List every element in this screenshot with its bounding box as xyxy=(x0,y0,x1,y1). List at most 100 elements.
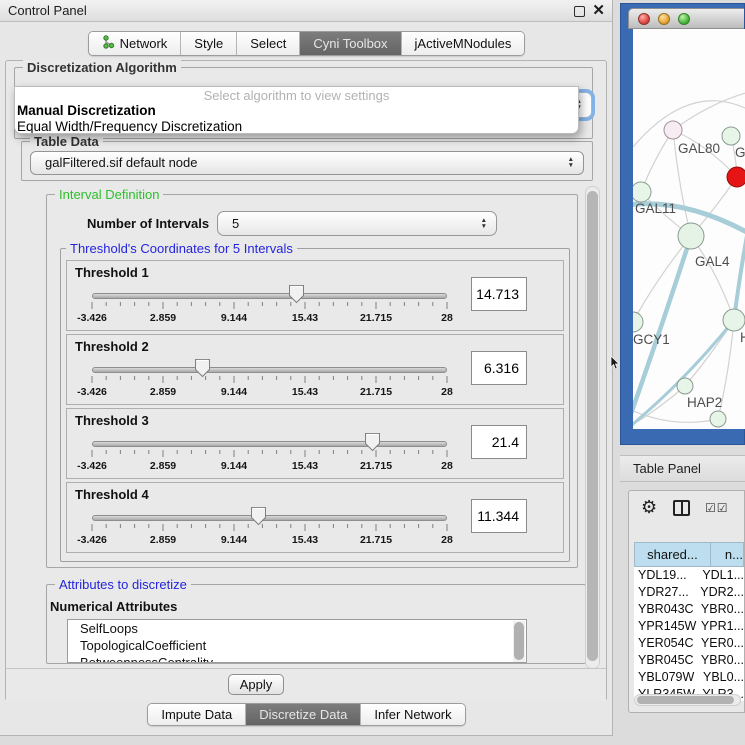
network-node-hap2[interactable] xyxy=(677,378,693,394)
table-cell[interactable]: YBL079W xyxy=(634,669,699,686)
tab-cyni-toolbox[interactable]: Cyni Toolbox xyxy=(300,32,401,55)
table-data-combobox[interactable]: galFiltered.sif default node xyxy=(30,151,584,175)
tab-infer-network[interactable]: Infer Network xyxy=(361,704,464,725)
network-edge[interactable] xyxy=(633,236,691,322)
gear-icon[interactable]: ⚙ xyxy=(641,497,657,518)
node-label: GAL4 xyxy=(695,254,730,269)
table-row[interactable]: YBL079WYBL0... xyxy=(634,669,744,686)
table-cell[interactable]: YDL19... xyxy=(634,567,698,584)
network-node-ga[interactable] xyxy=(722,127,740,145)
algorithm-option-manual-discretization[interactable]: Manual Discretization xyxy=(15,103,578,119)
tab-style[interactable]: Style xyxy=(181,32,237,55)
attribute-item-betweennesscentrality[interactable]: BetweennessCentrality xyxy=(68,654,526,663)
checkbox-icons[interactable]: ☑☑ xyxy=(705,501,729,515)
attribute-item-selfloops[interactable]: SelfLoops xyxy=(68,620,526,637)
table-cell[interactable]: YER054C xyxy=(634,635,697,652)
svg-text:2.859: 2.859 xyxy=(150,460,176,472)
network-window-titlebar[interactable] xyxy=(628,8,744,29)
threshold-label: Threshold 1 xyxy=(75,265,149,280)
screen: Control Panel ✕ NetworkStyleSelectCyni T… xyxy=(0,0,745,745)
network-edge[interactable] xyxy=(691,236,734,320)
threshold-value-field[interactable]: 11.344 xyxy=(471,499,527,533)
close-traffic-light-icon[interactable] xyxy=(638,13,650,25)
list-scrollbar[interactable] xyxy=(513,621,525,663)
attributes-group: Attributes to discretize Numerical Attri… xyxy=(46,584,586,664)
float-window-icon[interactable] xyxy=(574,6,585,17)
svg-text:2.859: 2.859 xyxy=(150,386,176,398)
svg-text:9.144: 9.144 xyxy=(221,460,247,472)
network-node-gal80[interactable] xyxy=(664,121,682,139)
attribute-item-topologicalcoefficient[interactable]: TopologicalCoefficient xyxy=(68,637,526,654)
tab-label: Style xyxy=(194,36,223,51)
table-horizontal-scrollbar[interactable] xyxy=(634,694,741,706)
threshold-label: Threshold 2 xyxy=(75,339,149,354)
slider-track[interactable] xyxy=(92,293,447,299)
svg-text:9.144: 9.144 xyxy=(221,534,247,546)
table-cell[interactable]: YER0... xyxy=(697,635,744,652)
threshold-value-field[interactable]: 14.713 xyxy=(471,277,527,311)
slider-handle[interactable] xyxy=(250,506,267,526)
checkbox-icon[interactable]: ☑ xyxy=(705,501,717,515)
checkbox-icon[interactable]: ☑ xyxy=(717,501,729,515)
network-edge[interactable] xyxy=(673,91,745,130)
table-cell[interactable]: YDL1... xyxy=(698,567,744,584)
tab-discretize-data[interactable]: Discretize Data xyxy=(246,704,361,725)
network-canvas[interactable]: GAL80GAGAL11GAL4GCY1HHAP2 xyxy=(633,29,745,429)
table-row[interactable]: YPR145WYPR1... xyxy=(634,618,744,635)
node-label: H xyxy=(740,330,745,345)
tab-select[interactable]: Select xyxy=(237,32,300,55)
slider-track[interactable] xyxy=(92,515,447,521)
slider-track[interactable] xyxy=(92,441,447,447)
network-node[interactable] xyxy=(710,411,726,427)
table-row[interactable]: YER054CYER0... xyxy=(634,635,744,652)
panel-vertical-scrollbar[interactable] xyxy=(585,186,600,669)
table-row[interactable]: YBR045CYBR0... xyxy=(634,652,744,669)
svg-text:21.715: 21.715 xyxy=(360,460,392,472)
table-cell[interactable]: YBR0... xyxy=(697,601,744,618)
table-cell[interactable]: YBR043C xyxy=(634,601,697,618)
slider-handle[interactable] xyxy=(364,432,381,452)
minimize-traffic-light-icon[interactable] xyxy=(658,13,670,25)
network-node-h[interactable] xyxy=(723,309,745,331)
number-of-intervals-spinner[interactable]: 5 xyxy=(217,211,497,236)
svg-text:21.715: 21.715 xyxy=(360,534,392,546)
table-panel-titlebar: Table Panel xyxy=(620,455,745,482)
column-header-shared[interactable]: shared... xyxy=(634,542,711,567)
table-row[interactable]: YDL19...YDL1... xyxy=(634,567,744,584)
slider-handle[interactable] xyxy=(288,284,305,304)
node-label: GCY1 xyxy=(633,332,670,347)
thresholds-group: Threshold's Coordinates for 5 Intervals … xyxy=(60,248,570,562)
network-node[interactable] xyxy=(727,167,745,187)
apply-button[interactable]: Apply xyxy=(228,674,284,695)
column-selector-icon[interactable] xyxy=(673,500,690,516)
slider-handle[interactable] xyxy=(194,358,211,378)
algorithm-option-equal-width-frequency-discretization[interactable]: Equal Width/Frequency Discretization xyxy=(15,119,578,134)
table-cell[interactable]: YPR1... xyxy=(697,618,744,635)
network-edge[interactable] xyxy=(734,204,745,320)
table-row[interactable]: YDR27...YDR2... xyxy=(634,584,744,601)
network-node-gcy1[interactable] xyxy=(633,312,643,332)
network-node-gal11[interactable] xyxy=(633,182,651,202)
table-cell[interactable]: YDR27... xyxy=(634,584,696,601)
table-cell[interactable]: YBR0... xyxy=(697,652,744,669)
column-header-name[interactable]: n... xyxy=(711,542,744,567)
zoom-traffic-light-icon[interactable] xyxy=(678,13,690,25)
svg-text:28: 28 xyxy=(441,460,453,472)
network-node-gal4[interactable] xyxy=(678,223,704,249)
table-cell[interactable]: YBL0... xyxy=(699,669,744,686)
apply-bar: Apply xyxy=(6,668,606,701)
numerical-attributes-list[interactable]: SelfLoopsTopologicalCoefficientBetweenne… xyxy=(67,619,527,663)
node-label: GAL11 xyxy=(635,201,676,216)
tab-network[interactable]: Network xyxy=(89,32,182,55)
table-row[interactable]: YBR043CYBR0... xyxy=(634,601,744,618)
tab-jactivemnodules[interactable]: jActiveMNodules xyxy=(402,32,525,55)
table-cell[interactable]: YDR2... xyxy=(696,584,744,601)
close-icon[interactable]: ✕ xyxy=(592,1,605,21)
interval-definition-group: Interval Definition Number of Intervals … xyxy=(46,194,578,568)
table-cell[interactable]: YPR145W xyxy=(634,618,697,635)
slider-track[interactable] xyxy=(92,367,447,373)
table-cell[interactable]: YBR045C xyxy=(634,652,697,669)
threshold-value-field[interactable]: 21.4 xyxy=(471,425,527,459)
tab-impute-data[interactable]: Impute Data xyxy=(148,704,246,725)
threshold-value-field[interactable]: 6.316 xyxy=(471,351,527,385)
